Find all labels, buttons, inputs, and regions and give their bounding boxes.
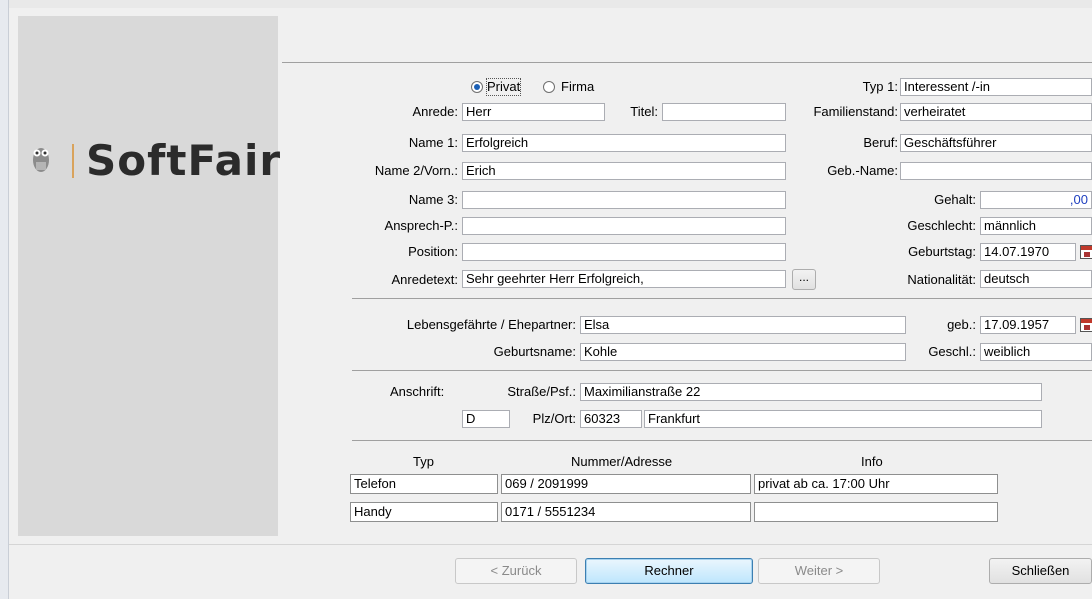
geburtstag-field[interactable]: 14.07.1970 <box>980 243 1076 261</box>
label-gehalt: Gehalt: <box>934 192 976 207</box>
gebname-field[interactable] <box>900 162 1092 180</box>
partner-name-field[interactable]: Elsa <box>580 316 906 334</box>
label-familienstand: Familienstand: <box>813 104 898 119</box>
label-name1: Name 1: <box>408 135 458 150</box>
ansprech-field[interactable] <box>462 217 786 235</box>
owl-logo-icon <box>33 148 49 172</box>
label-nationalitaet: Nationalität: <box>907 272 976 287</box>
typ1-field[interactable]: Interessent /-in <box>900 78 1092 96</box>
label-geschlecht: Geschlecht: <box>907 218 976 233</box>
window-left-border <box>0 0 9 599</box>
radio-privat-label: Privat <box>485 78 522 96</box>
label-partner-geschl: Geschl.: <box>928 344 976 359</box>
partner-geburtsname-field[interactable]: Kohle <box>580 343 906 361</box>
section-divider-partner <box>352 298 1092 299</box>
calendar-icon[interactable] <box>1080 245 1092 259</box>
beruf-field[interactable]: Geschäftsführer <box>900 134 1092 152</box>
label-partner-geb: geb.: <box>947 317 976 332</box>
label-geburtsname: Geburtsname: <box>400 344 576 360</box>
titel-field[interactable] <box>662 103 786 121</box>
partner-calendar-icon[interactable] <box>1080 318 1092 332</box>
label-partner-name: Lebensgefährte / Ehepartner: <box>406 317 576 332</box>
name2-field[interactable]: Erich <box>462 162 786 180</box>
contacts-header-info: Info <box>861 454 883 469</box>
radio-firma[interactable] <box>543 81 555 93</box>
partner-geschl-field[interactable]: weiblich <box>980 343 1092 361</box>
next-button[interactable]: Weiter > <box>758 558 880 584</box>
brand-logo: SoftFair <box>86 136 282 185</box>
label-strasse: Straße/Psf.: <box>507 384 576 399</box>
contact-info-cell[interactable]: privat ab ca. 17:00 Uhr <box>754 474 998 494</box>
ort-field[interactable]: Frankfurt <box>644 410 1042 428</box>
contact-nummer-cell[interactable]: 0171 / 5551234 <box>501 502 751 522</box>
contacts-header-nummer: Nummer/Adresse <box>571 454 673 469</box>
section-divider-address <box>352 370 1092 371</box>
back-button[interactable]: < Zurück <box>455 558 577 584</box>
label-beruf: Beruf: <box>863 135 898 150</box>
label-plzort: Plz/Ort: <box>532 411 576 426</box>
contact-info-cell[interactable] <box>754 502 998 522</box>
position-field[interactable] <box>462 243 786 261</box>
name3-field[interactable] <box>462 191 786 209</box>
footer-divider <box>9 544 1092 545</box>
contact-typ-cell[interactable]: Telefon <box>350 474 498 494</box>
partner-geb-field[interactable]: 17.09.1957 <box>980 316 1076 334</box>
label-anrede: Anrede: <box>412 104 458 119</box>
label-anschrift: Anschrift: <box>390 384 445 399</box>
radio-selected-dot <box>474 84 480 90</box>
anredetext-field[interactable]: Sehr geehrter Herr Erfolgreich, <box>462 270 786 288</box>
name1-field[interactable]: Erfolgreich <box>462 134 786 152</box>
radio-firma-label: Firma <box>561 79 595 94</box>
radio-privat[interactable] <box>471 81 483 93</box>
geschlecht-field[interactable]: männlich <box>980 217 1092 235</box>
anredetext-ellipsis-button[interactable]: ... <box>792 269 816 290</box>
gehalt-field[interactable]: ,00 <box>980 191 1092 209</box>
plz-field[interactable]: 60323 <box>580 410 642 428</box>
label-ansprech: Ansprech-P.: <box>384 218 458 233</box>
label-gebname: Geb.-Name: <box>827 163 898 178</box>
side-panel <box>18 16 278 536</box>
label-typ1: Typ 1: <box>862 79 898 94</box>
familienstand-field[interactable]: verheiratet <box>900 103 1092 121</box>
header-divider <box>282 62 1092 63</box>
anrede-field[interactable]: Herr <box>462 103 605 121</box>
label-geburtstag: Geburtstag: <box>908 244 976 259</box>
contact-nummer-cell[interactable]: 069 / 2091999 <box>501 474 751 494</box>
logo-separator <box>72 144 74 178</box>
contacts-header-typ: Typ <box>413 454 434 469</box>
label-titel: Titel: <box>630 104 658 119</box>
window-top-strip <box>9 0 1092 8</box>
rechner-button[interactable]: Rechner <box>585 558 753 584</box>
strasse-field[interactable]: Maximilianstraße 22 <box>580 383 1042 401</box>
section-divider-contacts <box>352 440 1092 441</box>
label-anredetext: Anredetext: <box>391 272 459 287</box>
label-name2: Name 2/Vorn.: <box>374 163 458 178</box>
close-button[interactable]: Schließen <box>989 558 1092 584</box>
contact-typ-cell[interactable]: Handy <box>350 502 498 522</box>
label-name3: Name 3: <box>408 192 458 207</box>
land-field[interactable]: D <box>462 410 510 428</box>
label-position: Position: <box>408 244 458 259</box>
nationalitaet-field[interactable]: deutsch <box>980 270 1092 288</box>
